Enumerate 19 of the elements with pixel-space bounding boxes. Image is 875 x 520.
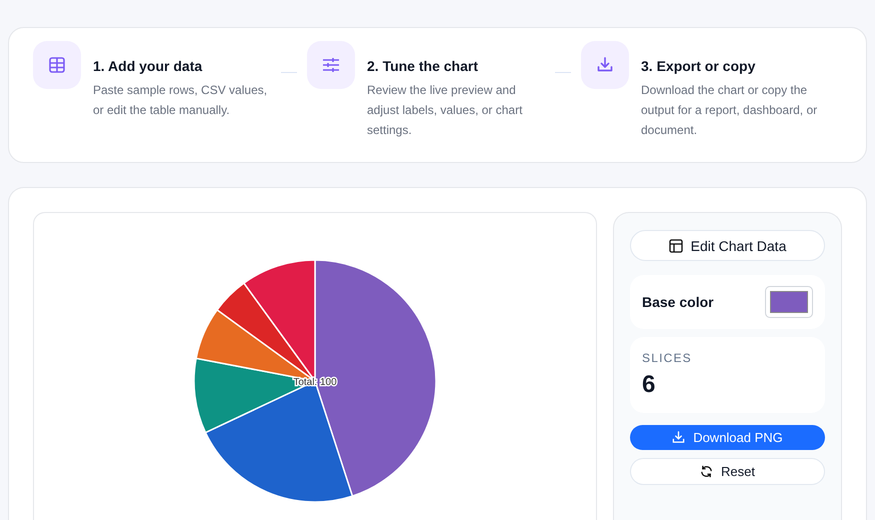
base-color-label: Base color — [642, 294, 714, 310]
step-title: 2. Tune the chart — [367, 58, 479, 74]
download-icon — [596, 56, 614, 74]
download-png-button[interactable]: Download PNG — [630, 425, 825, 450]
download-icon — [672, 431, 686, 444]
step-title: 3. Export or copy — [641, 58, 756, 74]
step-description: Review the live preview and adjust labels, values, or chart settings. — [367, 82, 524, 139]
slices-label: SLICES — [642, 351, 693, 365]
step-title: 1. Add your data — [93, 58, 204, 74]
step-description: Download the chart or copy the output for a report, dashboard, or document. — [641, 82, 818, 139]
table-icon — [668, 238, 683, 252]
slices-count: 6 — [642, 371, 656, 399]
reset-button[interactable]: Reset — [630, 458, 825, 485]
sliders-icon — [321, 56, 341, 74]
edit-chart-data-button[interactable]: Edit Chart Data — [630, 230, 825, 261]
step-description: Paste sample rows, CSV values, or edit the table manually. — [93, 82, 268, 119]
table-icon — [48, 56, 66, 74]
color-picker[interactable] — [765, 286, 813, 318]
refresh-icon — [700, 465, 714, 478]
